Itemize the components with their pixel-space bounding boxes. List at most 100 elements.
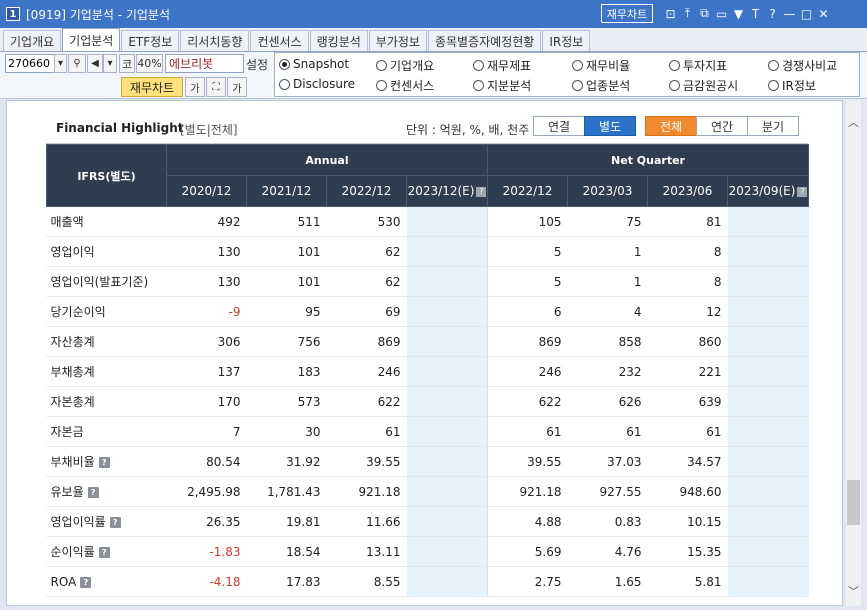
tab-1[interactable]: 기업분석 xyxy=(62,28,121,51)
help-icon[interactable]: ? xyxy=(98,547,110,558)
tab-2[interactable]: ETF정보 xyxy=(121,30,180,51)
radio-label: 경쟁사비교 xyxy=(782,59,838,73)
tab-5[interactable]: 랭킹분석 xyxy=(309,30,368,51)
stock-code-input[interactable] xyxy=(5,54,55,73)
radio-circle-icon[interactable] xyxy=(572,60,583,71)
table-cell xyxy=(406,476,488,507)
table-cell: 26.35 xyxy=(166,506,247,537)
history-dropdown-icon[interactable]: ▾ xyxy=(103,54,117,73)
window-icon[interactable]: ▭ xyxy=(713,4,730,23)
table-cell: 573 xyxy=(246,386,327,417)
table-cell: 101 xyxy=(246,236,327,267)
radio-option-2[interactable]: 재무제표 xyxy=(473,57,531,74)
radio-label: 재무비율 xyxy=(586,59,631,73)
vertical-scrollbar[interactable]: ︿ ﹀ xyxy=(846,100,861,606)
radio-option-9[interactable]: 업종분석 xyxy=(572,77,630,94)
radio-circle-icon[interactable] xyxy=(768,60,779,71)
close-icon[interactable]: ✕ xyxy=(815,4,832,23)
table-row: 자본총계 170 573 622 622 626 639 xyxy=(46,386,809,417)
table-cell: 246 xyxy=(326,356,407,387)
row-label: 당기순이익 xyxy=(50,305,106,319)
text-size-icon[interactable]: T xyxy=(747,4,764,23)
radio-circle-icon[interactable] xyxy=(669,80,680,91)
radio-option-3[interactable]: 재무비율 xyxy=(572,57,630,74)
maximize-icon[interactable]: □ xyxy=(798,4,815,23)
help-icon[interactable]: ? xyxy=(764,4,781,23)
help-icon[interactable]: ? xyxy=(797,187,808,197)
pin-icon[interactable]: ⤒ xyxy=(679,4,696,23)
period-header: 2023/09(E)? xyxy=(727,175,810,207)
table-cell xyxy=(727,266,809,297)
scroll-thumb[interactable] xyxy=(847,480,860,525)
tab-0[interactable]: 기업개요 xyxy=(3,30,62,51)
view-radio-group: Snapshot 기업개요 재무제표 재무비율 투자지표 경쟁사비교 Disclosure 컨… xyxy=(274,52,860,97)
radio-circle-icon[interactable] xyxy=(279,78,290,90)
thumbtack-icon[interactable]: ▼ xyxy=(730,4,747,23)
radio-circle-icon[interactable] xyxy=(572,80,583,91)
radio-circle-icon[interactable] xyxy=(768,80,779,91)
help-icon[interactable]: ? xyxy=(476,187,487,197)
annual-button[interactable]: 연간 xyxy=(696,116,748,136)
radio-option-5[interactable]: 경쟁사비교 xyxy=(768,57,837,74)
code-dropdown-icon[interactable]: ▾ xyxy=(54,54,67,73)
scroll-up-icon[interactable]: ︿ xyxy=(846,114,861,129)
radio-circle-icon[interactable] xyxy=(376,60,387,71)
radio-option-0[interactable]: Snapshot xyxy=(279,57,349,71)
row-label: 순이익률 xyxy=(50,545,95,559)
highlight-header: Financial Highlight [별도|전체] 단위 : 억원, %, … xyxy=(46,111,808,144)
radio-option-10[interactable]: 금감원공시 xyxy=(669,77,738,94)
search-icon[interactable]: ⚲ xyxy=(68,54,86,73)
radio-label: 업종분석 xyxy=(586,79,631,93)
table-cell: 101 xyxy=(246,266,327,297)
font-size-icon[interactable]: 가 xyxy=(227,77,247,97)
tab-7[interactable]: 종목별증자예정현황 xyxy=(427,30,542,51)
radio-label: 재무제표 xyxy=(487,59,532,73)
table-cell: 5.69 xyxy=(487,536,568,567)
period-header: 2023/03 xyxy=(567,175,649,207)
table-cell: 130 xyxy=(166,266,247,297)
tab-3[interactable]: 리서치동향 xyxy=(180,30,250,51)
consolidated-button[interactable]: 연결 xyxy=(533,116,585,136)
help-icon[interactable]: ? xyxy=(109,517,121,528)
settings-label[interactable]: 설정 xyxy=(246,56,268,73)
radio-option-11[interactable]: IR정보 xyxy=(768,77,816,94)
table-cell: 869 xyxy=(326,326,407,357)
scroll-down-icon[interactable]: ﹀ xyxy=(846,583,861,598)
help-icon[interactable]: ? xyxy=(98,457,110,468)
table-cell: 948.60 xyxy=(647,476,728,507)
radio-option-7[interactable]: 컨센서스 xyxy=(376,77,434,94)
radio-option-4[interactable]: 투자지표 xyxy=(669,57,727,74)
all-period-button[interactable]: 전체 xyxy=(645,116,697,136)
period-header: 2023/12(E)? xyxy=(405,175,489,207)
table-cell: 622 xyxy=(487,386,568,417)
table-cell xyxy=(406,356,488,387)
financial-chart-button[interactable]: 재무차트 xyxy=(121,77,183,97)
chart-icon[interactable]: ⊡ xyxy=(662,4,679,23)
radio-option-6[interactable]: Disclosure xyxy=(279,77,355,91)
radio-circle-icon[interactable] xyxy=(376,80,387,91)
radio-option-8[interactable]: 지분분석 xyxy=(473,77,531,94)
language-icon[interactable]: 가 xyxy=(185,77,205,97)
table-cell xyxy=(406,506,488,537)
copy-icon[interactable]: ⧉ xyxy=(696,4,713,23)
table-cell: 62 xyxy=(326,266,407,297)
radio-circle-icon[interactable] xyxy=(473,60,484,71)
speaker-icon[interactable]: ◀ xyxy=(87,54,103,73)
financial-chart-title-button[interactable]: 재무차트 xyxy=(601,4,653,23)
separate-button[interactable]: 별도 xyxy=(584,116,636,136)
stock-name-field[interactable]: 에브리봇 xyxy=(165,54,244,73)
quarter-button[interactable]: 분기 xyxy=(747,116,799,136)
help-icon[interactable]: ? xyxy=(87,487,99,498)
tab-4[interactable]: 컨센서스 xyxy=(250,30,309,51)
radio-circle-icon[interactable] xyxy=(669,60,680,71)
tab-6[interactable]: 부가정보 xyxy=(368,30,427,51)
radio-option-1[interactable]: 기업개요 xyxy=(376,57,434,74)
table-cell: 31.92 xyxy=(246,446,327,477)
radio-circle-icon[interactable] xyxy=(473,80,484,91)
tab-8[interactable]: IR정보 xyxy=(542,30,591,51)
help-icon[interactable]: ? xyxy=(80,576,92,588)
expand-icon[interactable]: ⛶ xyxy=(206,77,226,97)
radio-circle-icon[interactable] xyxy=(279,58,290,70)
table-cell: 15.35 xyxy=(647,536,728,567)
minimize-icon[interactable]: — xyxy=(781,4,798,23)
